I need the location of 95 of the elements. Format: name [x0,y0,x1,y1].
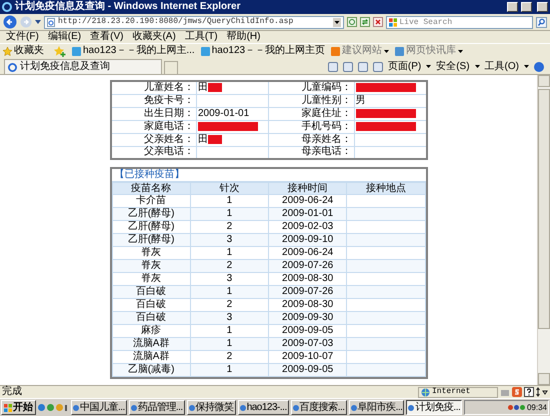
field-label: 儿童姓名： [110,81,196,94]
window-title: 计划免疫信息及查询 - Windows Internet Explorer [15,2,240,12]
app-icon [292,404,299,410]
command-menu[interactable]: 安全(S) [436,62,470,72]
column-header: 疫苗名称 [112,182,190,194]
field-value: 田 [198,134,208,144]
site-icon [200,46,210,56]
taskbar-button[interactable]: 保持微笑 [186,400,236,415]
field-value: 2009-01-01 [198,108,250,118]
taskbar-button[interactable]: 药品管理... [128,400,185,415]
refresh-icon[interactable] [360,17,370,27]
zone-indicator: Internet [418,386,498,398]
printer-icon[interactable] [372,62,383,72]
favorite-link[interactable]: 建议网站 [331,46,390,56]
caret-icon[interactable] [426,65,432,68]
search-input[interactable]: Live Search [399,18,530,26]
taskbar-button[interactable]: 计划免疫... [406,400,462,415]
status-text: 完成 [2,387,23,397]
maximize-button[interactable] [521,2,532,12]
windows-logo-icon [4,404,12,412]
field-label: 儿童编码： [268,81,354,94]
column-header: 针次 [190,182,268,194]
caret-icon[interactable] [474,65,480,68]
field-label: 出生日期： [110,107,196,120]
menu-item[interactable]: 帮助(H) [226,32,260,42]
add-favorite-icon[interactable] [54,46,66,56]
field-label: 手机号码： [268,120,354,133]
search-icon[interactable] [536,16,547,28]
command-menu[interactable]: 工具(O) [484,62,519,72]
clock: 09:34 [526,404,547,412]
site-icon [72,46,81,56]
zoom-icon[interactable] [536,387,548,397]
help-icon[interactable] [524,387,534,397]
table-cell: 乙脑(减毒) [112,364,190,376]
address-field[interactable]: http://218.23.20.190:8080/jmws/QueryChildInfo.asp [44,16,344,28]
field-label: 家庭电话： [110,120,196,133]
table-cell: 1 [190,364,268,376]
dropdown-icon[interactable] [35,20,41,24]
star-icon [3,46,12,56]
app-icon [130,404,137,410]
menu-item[interactable]: 工具(T) [184,32,218,42]
caret-icon [458,50,464,52]
browser-icon [2,2,12,12]
taskbar-button[interactable]: 百度搜索... [290,400,347,415]
s-logo-icon[interactable] [512,387,522,397]
site-icon [331,46,340,56]
new-tab-button[interactable] [164,61,178,74]
mail-icon[interactable] [358,62,368,72]
scroll-thumb[interactable] [538,89,550,329]
taskbar-button[interactable]: 中国儿童... [71,400,127,415]
browser-icon [8,62,17,72]
field-label: 父亲姓名： [110,133,196,146]
field-value: 男 [356,96,366,106]
minimize-button[interactable] [507,2,518,12]
field-label: 家庭住址： [268,107,354,120]
section-caption: 【已接种疫苗】 [112,169,426,182]
site-icon [395,46,404,56]
app-icon [350,404,357,410]
field-label: 儿童性别： [268,94,354,107]
search-field[interactable]: Live Search [386,16,533,28]
favorite-link[interactable]: 网页快讯库 [395,46,464,56]
back-button[interactable] [3,15,17,29]
home-icon[interactable] [328,62,338,72]
scrollbar[interactable] [537,75,550,385]
field-label: 免疫卡号： [110,94,196,107]
app-icon [408,404,414,410]
favorite-link[interactable]: hao123－－我的上网主页 [200,46,326,56]
taskbar-button[interactable]: 阜阳市疾... [348,400,404,415]
app-icon [73,404,79,410]
favorites-button[interactable]: 收藏夹 [3,46,44,56]
favorite-link[interactable]: hao123－－我的上网主... [72,46,195,56]
start-button[interactable]: 开始 [1,400,36,415]
close-button[interactable] [537,2,548,12]
dropdown-icon[interactable] [333,18,341,26]
command-menu[interactable]: 页面(P) [388,62,422,72]
column-header: 接种时间 [268,182,347,194]
taskbar-button[interactable]: hao123-... [238,400,289,415]
column-header: 接种地点 [346,182,425,194]
browser-tab[interactable]: 计划免疫信息及查询 [4,59,162,74]
menu-item[interactable]: 文件(F) [6,32,39,42]
windows-logo-icon [389,18,398,26]
caret-icon [384,50,390,52]
field-value: 田 [198,82,208,93]
menu-item[interactable]: 编辑(E) [48,32,82,42]
feed-icon[interactable] [342,62,353,72]
app-icon [188,404,195,410]
page-icon [47,18,55,26]
caret-icon[interactable] [524,65,529,68]
table-cell: 2009-09-05 [268,364,347,376]
field-label: 母亲姓名： [268,133,354,146]
menu-item[interactable]: 查看(V) [90,32,124,42]
globe-icon [421,388,430,396]
app-icon [240,404,246,410]
stop-icon[interactable] [373,17,383,27]
menu-item[interactable]: 收藏夹(A) [132,32,176,42]
